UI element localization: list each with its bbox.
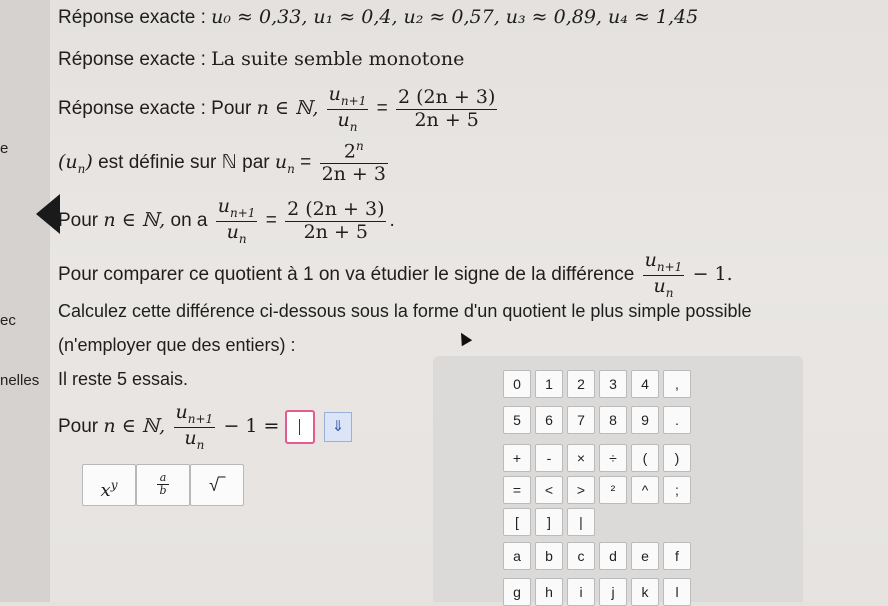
key-1[interactable]: 1	[535, 370, 563, 398]
key-5[interactable]: 5	[503, 406, 531, 434]
compare-line: Pour comparer ce quotient à 1 on va étud…	[58, 249, 733, 300]
answer-label: Réponse exacte :	[58, 7, 206, 28]
key-6[interactable]: 6	[535, 406, 563, 434]
key-close-paren[interactable]: )	[663, 444, 691, 472]
key-minus[interactable]: -	[535, 444, 563, 472]
key-less-than[interactable]: <	[535, 476, 563, 504]
key-period[interactable]: .	[663, 406, 691, 434]
key-2[interactable]: 2	[567, 370, 595, 398]
answer-text: La suite semble monotone	[211, 48, 465, 70]
key-3[interactable]: 3	[599, 370, 627, 398]
instruction-line: Calculez cette différence ci-dessous sou…	[58, 301, 752, 321]
key-semicolon[interactable]: ;	[663, 476, 691, 504]
key-a[interactable]: a	[503, 542, 531, 570]
answer-input[interactable]	[284, 410, 315, 445]
answer-input-line: Pour n ∈ ℕ, un+1 un − 1 = ⇓	[58, 401, 353, 452]
key-pipe[interactable]: |	[567, 508, 595, 536]
equals-sign: =	[376, 98, 388, 120]
panel-fragment-1: e	[0, 140, 9, 157]
ratio-fraction: un+1 un	[326, 83, 369, 134]
fraction-button[interactable]: a b	[136, 464, 190, 506]
answer-line-2: Réponse exacte : La suite semble monoton…	[58, 48, 465, 70]
key-divide[interactable]: ÷	[599, 444, 627, 472]
definition-fraction: 2n 2n + 3	[319, 139, 388, 186]
key-f[interactable]: f	[663, 542, 691, 570]
panel-fragment-3: nelles	[0, 372, 40, 389]
key-comma[interactable]: ,	[663, 370, 691, 398]
definition-text: est définie sur ℕ par	[98, 152, 270, 174]
power-button[interactable]: xy	[82, 464, 136, 506]
key-8[interactable]: 8	[599, 406, 627, 434]
key-e[interactable]: e	[631, 542, 659, 570]
ratio-fraction: un+1 un	[642, 249, 685, 300]
key-4[interactable]: 4	[631, 370, 659, 398]
key-7[interactable]: 7	[567, 406, 595, 434]
key-equals[interactable]: =	[503, 476, 531, 504]
key-greater-than[interactable]: >	[567, 476, 595, 504]
result-fraction: 2 (2n + 3) 2n + 5	[396, 85, 498, 131]
compare-text: Pour comparer ce quotient à 1 on va étud…	[58, 264, 635, 286]
sqrt-button[interactable]: √‾	[190, 464, 244, 506]
key-d[interactable]: d	[599, 542, 627, 570]
answer-values: u₀ ≈ 0,33, u₁ ≈ 0,4, u₂ ≈ 0,57, u₃ ≈ 0,8…	[211, 6, 699, 28]
left-panel-strip: e ec nelles	[0, 0, 50, 602]
key-caret[interactable]: ^	[631, 476, 659, 504]
answer-line-3: Réponse exacte : Pour n ∈ ℕ, un+1 un = 2…	[58, 83, 500, 134]
key-9[interactable]: 9	[631, 406, 659, 434]
panel-fragment-2: ec	[0, 312, 16, 329]
key-c[interactable]: c	[567, 542, 595, 570]
back-arrow-icon[interactable]	[36, 194, 60, 234]
attempts-remaining: Il reste 5 essais.	[58, 369, 189, 389]
expand-input-button[interactable]: ⇓	[324, 412, 353, 443]
keypad-panel: 0 1 2 3 4 , 5 6 7 8 9 . + - × ÷ ( ) = < …	[433, 356, 803, 606]
answer-line-1: Réponse exacte : u₀ ≈ 0,33, u₁ ≈ 0,4, u₂…	[58, 6, 699, 28]
math-set: n ∈ ℕ,	[256, 97, 319, 120]
key-open-bracket[interactable]: [	[503, 508, 531, 536]
mouse-cursor-icon	[455, 329, 473, 347]
key-times[interactable]: ×	[567, 444, 595, 472]
definition-line: (un) est définie sur ℕ par un = 2n 2n + …	[58, 139, 388, 186]
ratio-fraction: un+1 un	[215, 195, 258, 246]
result-fraction: 2 (2n + 3) 2n + 5	[285, 197, 387, 243]
key-squared[interactable]: ²	[599, 476, 627, 504]
answer-label: Réponse exacte : Pour	[58, 98, 252, 120]
exercise-content: Réponse exacte : u₀ ≈ 0,33, u₁ ≈ 0,4, u₂…	[58, 0, 888, 606]
key-plus[interactable]: +	[503, 444, 531, 472]
key-0[interactable]: 0	[503, 370, 531, 398]
key-close-bracket[interactable]: ]	[535, 508, 563, 536]
ratio-line: Pour n ∈ ℕ, on a un+1 un = 2 (2n + 3) 2n…	[58, 195, 395, 246]
instruction-line-2: (n'employer que des entiers) :	[58, 335, 296, 355]
answer-label: Réponse exacte :	[58, 49, 206, 70]
key-b[interactable]: b	[535, 542, 563, 570]
key-open-paren[interactable]: (	[631, 444, 659, 472]
ratio-fraction: un+1 un	[173, 401, 216, 452]
